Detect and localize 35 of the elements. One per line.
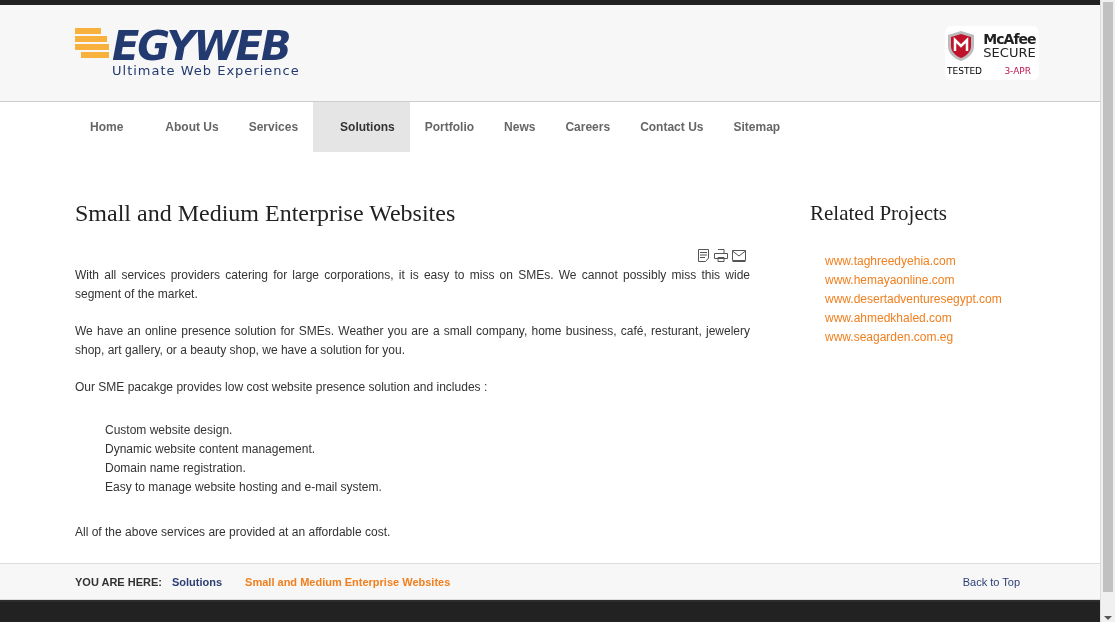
breadcrumb-link[interactable]: Solutions [172, 575, 223, 588]
nav-tab[interactable]: News [489, 102, 551, 152]
nav-tab[interactable]: Services [233, 102, 314, 152]
nav-tab[interactable]: Sitemap [718, 102, 796, 152]
nav-tab[interactable]: Home [75, 102, 151, 152]
document-icon[interactable] [697, 249, 710, 262]
logo[interactable]: EGYWEB Ultimate Web Experience [75, 28, 300, 78]
breadcrumb-label: YOU ARE HERE: [75, 575, 162, 588]
nav-tab[interactable]: Solutions [313, 102, 410, 152]
badge-word: SECURE [983, 46, 1037, 60]
nav-tab[interactable]: About Us [150, 102, 234, 152]
nav-tab[interactable]: Contact Us [625, 102, 719, 152]
list-item: Dynamic website content management. [105, 441, 317, 458]
back-to-top-link[interactable]: Back to Top [962, 575, 1020, 588]
list-item: Custom website design. [105, 422, 234, 439]
nav-tab[interactable]: Careers [550, 102, 626, 152]
paragraph: All of the above services are provided at an affordable cost. [75, 524, 392, 541]
sidebar-heading: Related Projects [810, 200, 949, 226]
logo-tagline: Ultimate Web Experience [112, 64, 300, 78]
badge-status: TESTED [947, 66, 983, 76]
article-title: Small and Medium Enterprise Websites [75, 200, 457, 227]
shield-icon [947, 30, 975, 62]
print-icon[interactable] [714, 249, 728, 262]
badge-brand: McAfee [983, 32, 1037, 46]
stripes-icon [75, 28, 109, 58]
paragraph: With all services providers catering for large corporations, it is easy to miss on SMEs. We cannot possibly miss this wide segment of the market. [75, 267, 750, 303]
badge-date: 3-APR [1004, 66, 1032, 76]
list-item: Easy to manage website hosting and e-mail system. [105, 479, 383, 496]
email-icon[interactable] [732, 249, 746, 262]
list-item: Domain name registration. [105, 460, 247, 477]
nav-tab[interactable]: Portfolio [409, 102, 490, 152]
paragraph: We have an online presence solution for SMEs. Weather you are a small company, home business, café, resturant, jewelery shop, art gallery, or a beauty shop, we have a solution for you. [75, 323, 750, 359]
logo-name: EGYWEB [112, 28, 290, 64]
paragraph: Our SME pacakge provides low cost website presence solution and includes : [75, 379, 489, 396]
security-badge[interactable]: McAfee SECURE TESTED 3-APR [945, 26, 1039, 80]
